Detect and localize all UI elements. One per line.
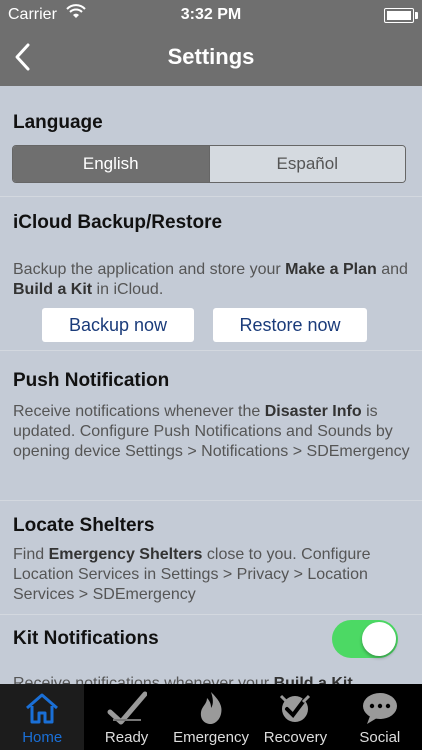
icloud-heading: iCloud Backup/Restore [13, 212, 223, 233]
checkmark-icon [107, 691, 147, 725]
recovery-icon [280, 694, 311, 722]
language-option-english[interactable]: English [13, 146, 209, 182]
tab-recovery-label: Recovery [263, 729, 328, 746]
tab-bar: Home Ready Emergency Recovery Social [0, 684, 422, 750]
status-time: 3:32 PM [180, 6, 242, 23]
tab-social[interactable]: Social [338, 684, 422, 750]
language-segmented-control[interactable]: English Español [12, 145, 406, 183]
push-notification-section: Push Notification Receive notifications … [0, 350, 422, 501]
tab-recovery[interactable]: Recovery [253, 684, 337, 750]
tab-emergency-label: Emergency [173, 729, 249, 746]
tab-social-label: Social [359, 729, 401, 746]
icloud-description: Backup the application and store your Ma… [13, 261, 408, 298]
tab-home-label: Home [22, 729, 63, 746]
fire-icon [200, 692, 222, 724]
chat-bubble-icon [362, 693, 397, 724]
settings-list[interactable]: Language English Español iCloud Backup/R… [0, 86, 422, 684]
kit-notifications-toggle[interactable] [332, 620, 398, 658]
toggle-knob [362, 622, 396, 656]
locate-shelters-description: Find Emergency Shelters close to you. Co… [13, 546, 371, 603]
language-section: Language English Español [0, 86, 422, 197]
language-heading: Language [13, 112, 103, 133]
restore-now-button[interactable]: Restore now [213, 308, 367, 342]
tab-home[interactable]: Home [0, 684, 85, 750]
tab-ready[interactable]: Ready [84, 684, 168, 750]
locate-shelters-heading: Locate Shelters [13, 515, 155, 536]
push-notification-heading: Push Notification [13, 370, 170, 391]
language-option-espanol[interactable]: Español [208, 146, 405, 182]
backup-now-button[interactable]: Backup now [42, 308, 194, 342]
tab-emergency[interactable]: Emergency [169, 684, 253, 750]
page-title: Settings [167, 44, 255, 69]
tab-ready-label: Ready [104, 729, 149, 746]
status-bar: Carrier 3:32 PM [0, 0, 422, 30]
kit-notifications-description: Receive notifications whenever your Buil… [13, 675, 353, 684]
battery-icon [384, 8, 418, 23]
locate-shelters-section: Locate Shelters Find Emergency Shelters … [0, 500, 422, 615]
navigation-bar: Settings [0, 30, 422, 86]
push-notification-description: Receive notifications whenever the Disas… [13, 403, 410, 460]
home-icon [26, 693, 59, 724]
kit-notifications-heading: Kit Notifications [13, 628, 159, 649]
